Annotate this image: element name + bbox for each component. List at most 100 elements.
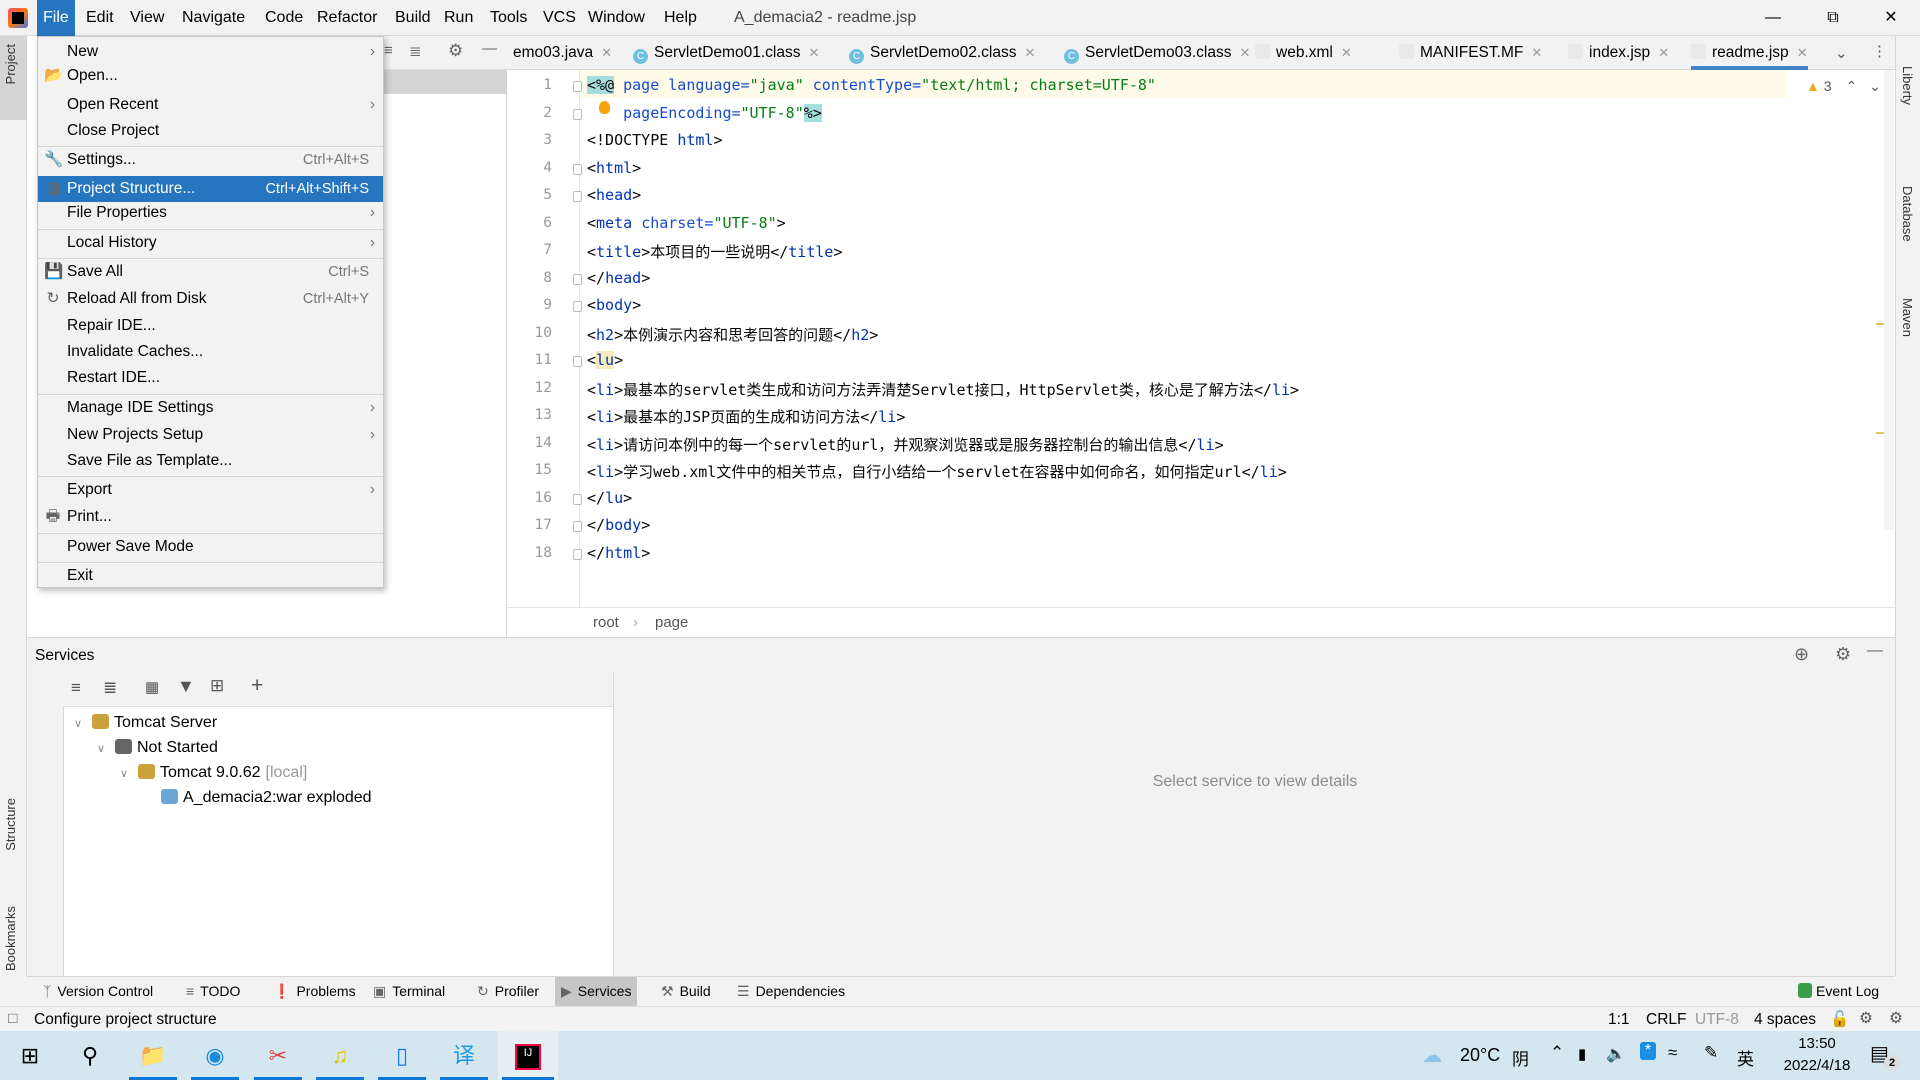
- ime-indicator[interactable]: 英: [1737, 1045, 1754, 1070]
- editor-tab[interactable]: index.jsp ✕: [1568, 36, 1669, 70]
- menu-window[interactable]: Window: [582, 0, 651, 36]
- project-selected-row[interactable]: [384, 70, 507, 94]
- expand-all-icon[interactable]: ≡: [384, 42, 393, 59]
- project-tool-button[interactable]: Project: [3, 44, 18, 84]
- tray-app-icon[interactable]: *: [1640, 1042, 1656, 1060]
- settings-icon[interactable]: ⚙: [1889, 1009, 1903, 1028]
- volume-icon[interactable]: 🔈: [1606, 1044, 1626, 1064]
- tool-window-services[interactable]: ▶ Services: [555, 977, 638, 1006]
- editor-tab[interactable]: emo03.java ✕: [513, 36, 612, 70]
- fold-marker-icon[interactable]: [573, 493, 582, 505]
- chevron-down-icon[interactable]: ∨: [120, 767, 138, 780]
- breadcrumb-item[interactable]: root: [593, 614, 619, 631]
- inspection-widget[interactable]: ▲ 3 ⌃ ⌄: [1806, 78, 1881, 95]
- bookmarks-tool-button[interactable]: Bookmarks: [3, 906, 18, 971]
- maven-tool-button[interactable]: Maven: [1900, 298, 1915, 337]
- snipping-tool-icon[interactable]: ✂: [250, 1031, 306, 1080]
- lightbulb-icon[interactable]: [599, 101, 610, 114]
- file-menu-item-settings[interactable]: 🔧 Settings... Ctrl+Alt+S: [38, 147, 383, 173]
- tree-node[interactable]: A_demacia2:war exploded: [143, 789, 372, 807]
- close-tab-icon[interactable]: ✕: [808, 45, 819, 60]
- new-tab-icon[interactable]: ⊞: [210, 676, 224, 696]
- file-menu-item-power-save-mode[interactable]: Power Save Mode: [38, 534, 383, 560]
- phone-link-icon[interactable]: ▯: [374, 1031, 430, 1080]
- file-menu-item-exit[interactable]: Exit: [38, 563, 383, 589]
- editor-tab[interactable]: C ServletDemo03.class ✕: [1064, 36, 1250, 70]
- tool-window-terminal[interactable]: ▣ Terminal: [367, 977, 451, 1006]
- file-menu-item-new[interactable]: New ›: [38, 39, 383, 65]
- event-log-button[interactable]: Event Log: [1798, 983, 1879, 999]
- edge-icon[interactable]: ◉: [187, 1031, 243, 1080]
- lock-icon[interactable]: 🔓: [1830, 1010, 1849, 1029]
- add-service-icon[interactable]: +: [251, 674, 263, 698]
- wifi-icon[interactable]: ≈: [1668, 1043, 1677, 1063]
- chevron-down-icon[interactable]: ∨: [97, 742, 115, 755]
- translator-icon[interactable]: 译: [436, 1031, 492, 1080]
- file-menu-item-local-history[interactable]: Local History ›: [38, 230, 383, 256]
- minimize-button[interactable]: —: [1744, 0, 1802, 36]
- more-icon[interactable]: ⋮: [1872, 42, 1887, 60]
- clock-date[interactable]: 2022/4/18: [1772, 1057, 1862, 1074]
- close-window-button[interactable]: ✕: [1862, 0, 1920, 36]
- tabs-dropdown-icon[interactable]: ⌄: [1835, 44, 1848, 62]
- menu-vcs[interactable]: VCS: [537, 0, 582, 36]
- search-button[interactable]: ⚲: [62, 1031, 118, 1080]
- fold-marker-icon[interactable]: [573, 548, 582, 560]
- editor-tab[interactable]: web.xml ✕: [1255, 36, 1352, 70]
- close-tab-icon[interactable]: ✕: [1658, 45, 1669, 60]
- pen-icon[interactable]: ✎: [1704, 1043, 1718, 1063]
- chevron-down-icon[interactable]: ∨: [74, 717, 92, 730]
- status-panel-icon[interactable]: □: [8, 1010, 17, 1028]
- intellij-logo[interactable]: [8, 8, 28, 28]
- liberty-tool-button[interactable]: Liberty: [1900, 66, 1915, 105]
- menu-refactor[interactable]: Refactor: [311, 0, 383, 36]
- gear-icon[interactable]: ⚙: [1835, 644, 1851, 665]
- file-menu-item-open[interactable]: 📂 Open...: [38, 63, 383, 89]
- file-menu-item-print[interactable]: 🖶 Print...: [38, 504, 383, 530]
- menu-file[interactable]: File: [37, 0, 75, 36]
- weather-icon[interactable]: ☁: [1422, 1043, 1442, 1068]
- intellij-taskbar-icon[interactable]: IJ: [498, 1031, 558, 1080]
- tool-window-problems[interactable]: ❗ Problems: [267, 977, 362, 1006]
- file-menu-item-repair-ide[interactable]: Repair IDE...: [38, 313, 383, 339]
- editor-scrollbar[interactable]: [1884, 70, 1894, 530]
- weather-condition[interactable]: 阴: [1512, 1045, 1529, 1070]
- file-menu-item-export[interactable]: Export ›: [38, 477, 383, 503]
- file-menu-item-file-properties[interactable]: File Properties ›: [38, 200, 383, 226]
- tool-window-build[interactable]: ⚒ Build: [655, 977, 717, 1006]
- tool-window-version-control[interactable]: ᛉ Version Control: [37, 977, 159, 1006]
- file-menu-item-reload-all-from-disk[interactable]: ↻ Reload All from Disk Ctrl+Alt+Y: [38, 286, 383, 312]
- menu-navigate[interactable]: Navigate: [176, 0, 251, 36]
- inspector-icon[interactable]: ⚙: [1859, 1009, 1873, 1028]
- file-encoding[interactable]: UTF-8: [1695, 1011, 1739, 1029]
- structure-tool-button[interactable]: Structure: [3, 798, 18, 851]
- file-menu-item-project-structure[interactable]: ▦ Project Structure... Ctrl+Alt+Shift+S: [38, 176, 383, 202]
- close-tab-icon[interactable]: ✕: [1024, 45, 1035, 60]
- close-tab-icon[interactable]: ✕: [601, 45, 612, 60]
- tool-window-dependencies[interactable]: ☰ Dependencies: [731, 977, 851, 1006]
- hide-icon[interactable]: —: [1867, 642, 1883, 660]
- filter-icon[interactable]: ▼: [177, 676, 195, 697]
- file-menu-item-invalidate-caches[interactable]: Invalidate Caches...: [38, 339, 383, 365]
- qq-music-icon[interactable]: ♫: [312, 1031, 368, 1080]
- tree-node[interactable]: ∨ Not Started: [97, 739, 218, 757]
- file-menu-item-open-recent[interactable]: Open Recent ›: [38, 92, 383, 118]
- tree-node[interactable]: ∨ Tomcat 9.0.62 [local]: [120, 764, 307, 782]
- file-menu-item-manage-ide-settings[interactable]: Manage IDE Settings ›: [38, 395, 383, 421]
- editor-tab[interactable]: readme.jsp ✕: [1691, 36, 1808, 70]
- fold-marker-icon[interactable]: [573, 301, 582, 312]
- caret-position[interactable]: 1:1: [1608, 1011, 1630, 1029]
- clock-time[interactable]: 13:50: [1787, 1035, 1847, 1052]
- close-tab-icon[interactable]: ✕: [1797, 45, 1808, 60]
- menu-build[interactable]: Build: [389, 0, 437, 36]
- battery-icon[interactable]: ▮: [1578, 1045, 1586, 1063]
- collapse-all-icon[interactable]: ≣: [409, 42, 422, 60]
- breadcrumb-item[interactable]: page: [655, 614, 688, 631]
- hide-icon[interactable]: —: [482, 40, 497, 57]
- file-menu-item-save-file-as-template[interactable]: Save File as Template...: [38, 448, 383, 474]
- file-menu-item-new-projects-setup[interactable]: New Projects Setup ›: [38, 422, 383, 448]
- file-menu-item-save-all[interactable]: 💾 Save All Ctrl+S: [38, 259, 383, 285]
- menu-tools[interactable]: Tools: [484, 0, 533, 36]
- editor-tab[interactable]: MANIFEST.MF ✕: [1399, 36, 1542, 70]
- line-separator[interactable]: CRLF: [1646, 1011, 1686, 1029]
